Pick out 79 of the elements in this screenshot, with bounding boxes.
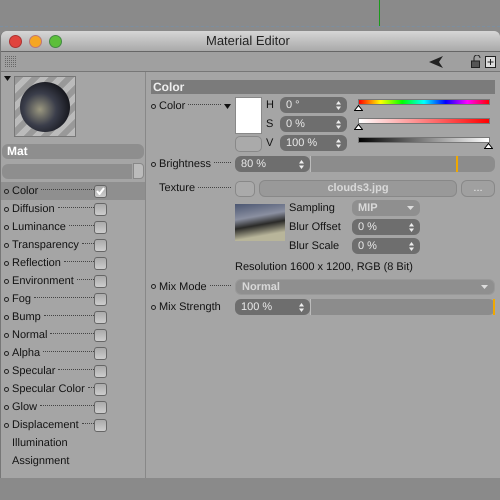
- channel-item[interactable]: Fog: [1, 290, 145, 308]
- channel-item[interactable]: Transparency: [1, 236, 145, 254]
- channel-item[interactable]: Bump: [1, 308, 145, 326]
- dropdown-caret-icon[interactable]: [4, 76, 11, 81]
- number-field[interactable]: 100 %: [235, 299, 310, 315]
- texture-label: Texture: [159, 181, 196, 196]
- number-field[interactable]: 80 %: [235, 156, 310, 172]
- slider-thumb-icon[interactable]: [484, 143, 493, 149]
- back-arrow-icon[interactable]: [429, 56, 443, 68]
- channel-letter: S: [266, 116, 274, 132]
- spinner-arrows-icon: [336, 100, 341, 110]
- texture-option-label: Sampling: [289, 200, 336, 216]
- channel-checkbox[interactable]: [94, 220, 107, 234]
- mix-mode-label: Mix Mode: [159, 280, 207, 294]
- spinner-arrows-icon: [336, 120, 341, 128]
- channel-checkbox[interactable]: [94, 400, 107, 414]
- number-field[interactable]: 100 %: [280, 135, 347, 151]
- close-button[interactable]: [9, 34, 22, 48]
- channel-item[interactable]: Glow: [1, 398, 145, 416]
- channel-item[interactable]: Specular Color: [1, 380, 145, 398]
- texture-option-label: Blur Offset: [289, 220, 342, 235]
- number-field[interactable]: 0 %: [280, 116, 347, 132]
- dropdown-caret-icon: [407, 206, 414, 210]
- minimize-button[interactable]: [29, 34, 42, 48]
- number-field[interactable]: 0 %: [352, 219, 420, 235]
- search-field[interactable]: [2, 164, 132, 178]
- material-preview: [14, 76, 76, 137]
- texture-option-label: Blur Scale: [289, 238, 340, 254]
- channel-item[interactable]: Luminance: [1, 218, 145, 236]
- texture-thumbnail: [235, 204, 285, 241]
- channel-checkbox[interactable]: [94, 256, 107, 270]
- lock-icon[interactable]: [471, 55, 481, 68]
- spinner-arrows-icon: [299, 160, 304, 168]
- color-swatch[interactable]: [235, 97, 262, 134]
- channel-checkbox[interactable]: [94, 202, 107, 216]
- dropdown-caret-icon[interactable]: [224, 104, 231, 108]
- slider-marker[interactable]: [456, 156, 458, 172]
- channel-item[interactable]: Alpha: [1, 344, 145, 362]
- grip-icon: [5, 56, 17, 68]
- spinner-arrows-icon: [409, 222, 414, 232]
- resolution-text: Resolution 1600 x 1200, RGB (8 Bit): [234, 260, 414, 275]
- channel-item[interactable]: Assignment: [1, 452, 145, 470]
- channel-item[interactable]: Displacement: [1, 416, 145, 434]
- spinner-arrows-icon: [409, 242, 414, 250]
- channel-letter: H: [266, 98, 274, 113]
- channel-letter: V: [266, 136, 274, 151]
- spinner-arrows-icon: [336, 138, 341, 148]
- channel-checkbox[interactable]: [94, 184, 107, 198]
- mix-strength-label: Mix Strength: [159, 300, 221, 315]
- channel-checkbox[interactable]: [94, 418, 107, 432]
- slider-marker[interactable]: [493, 299, 495, 315]
- checkmark-icon: [96, 187, 105, 195]
- channel-item[interactable]: Normal: [1, 326, 145, 344]
- number-field[interactable]: 0 %: [352, 238, 420, 254]
- section-header: Color: [151, 80, 495, 94]
- dropdown-caret-icon: [481, 284, 488, 289]
- channel-item[interactable]: Specular: [1, 362, 145, 380]
- channel-checkbox[interactable]: [94, 292, 107, 306]
- channel-checkbox[interactable]: [94, 310, 107, 324]
- channel-checkbox[interactable]: [94, 346, 107, 360]
- channel-checkbox[interactable]: [94, 238, 107, 252]
- channel-item[interactable]: Color: [1, 182, 145, 200]
- slider-thumb-icon[interactable]: [354, 124, 363, 130]
- window-title: Material Editor: [206, 32, 290, 50]
- slider-thumb-icon[interactable]: [354, 105, 363, 111]
- channel-checkbox[interactable]: [94, 364, 107, 378]
- maximize-button[interactable]: [49, 34, 62, 48]
- channel-item[interactable]: Environment: [1, 272, 145, 290]
- color-label: Color: [159, 98, 186, 114]
- channel-checkbox[interactable]: [94, 274, 107, 288]
- channel-item[interactable]: Reflection: [1, 254, 145, 272]
- number-field[interactable]: 0 °: [280, 97, 347, 113]
- brightness-label: Brightness: [159, 156, 211, 172]
- channel-checkbox[interactable]: [94, 328, 107, 342]
- channel-item[interactable]: Illumination: [1, 434, 145, 452]
- channel-checkbox[interactable]: [94, 382, 107, 396]
- spinner-arrows-icon: [299, 302, 304, 312]
- channel-item[interactable]: Diffusion: [1, 200, 145, 218]
- new-window-icon[interactable]: [485, 56, 496, 68]
